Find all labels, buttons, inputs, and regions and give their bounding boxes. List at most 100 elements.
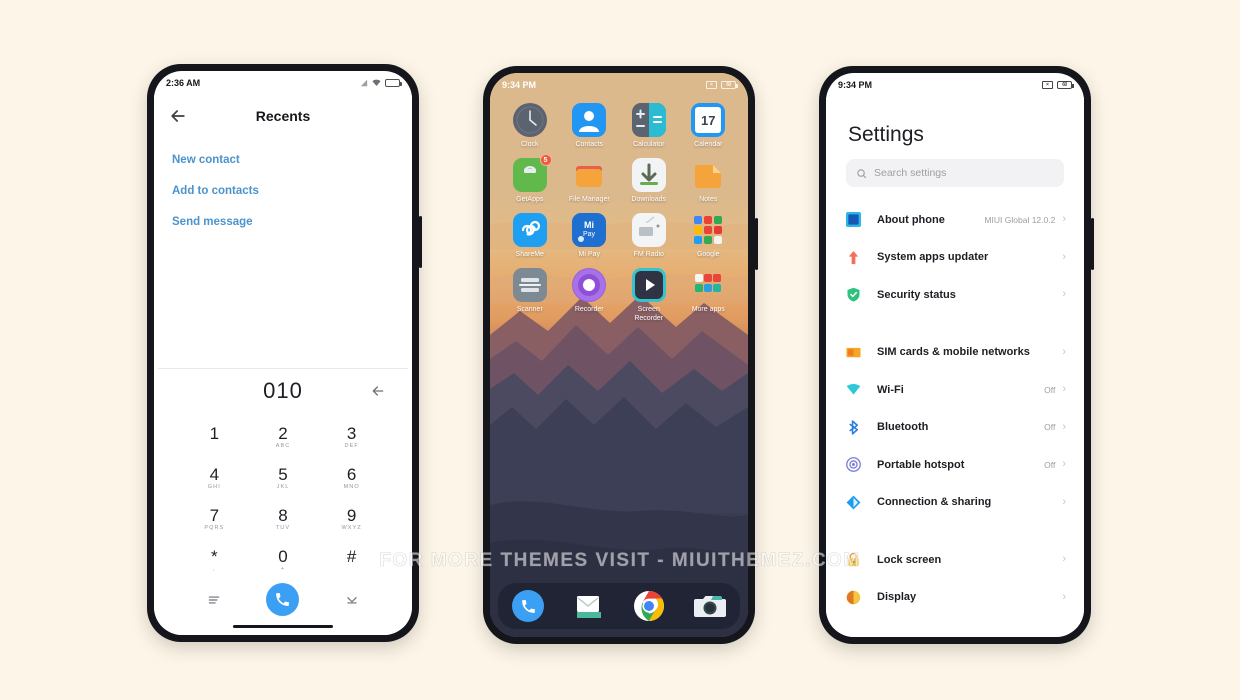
app-recorder[interactable]: Recorder [560,268,620,323]
chevron-right-icon: › [1062,383,1066,396]
power-button[interactable] [1091,218,1094,270]
app-label: Google [696,251,720,258]
app-google-folder[interactable]: Google [679,213,739,259]
settings-row-bluetooth[interactable]: Bluetooth Off › [826,409,1084,447]
settings-row-wifi[interactable]: Wi-Fi Off › [826,371,1084,409]
arrow-left-icon[interactable] [168,106,188,126]
phone-home-screen: 9:34 PM × 60 Clock Contacts Calculator 1… [483,66,758,644]
key-1[interactable]: 1 [180,417,249,458]
key-star[interactable]: *, [180,540,249,581]
app-contacts[interactable]: Contacts [560,103,620,149]
more-apps-folder-icon [691,268,725,302]
key-letters [317,566,386,574]
battery-percent-icon: 60 [721,81,738,89]
settings-row-portable-hotspot[interactable]: Portable hotspot Off › [826,446,1084,484]
app-label: Notes [699,196,718,203]
settings-label: Connection & sharing [877,496,992,509]
key-digit: # [346,547,357,566]
dialer-actions: New contact Add to contacts Send message [154,137,412,238]
app-file-manager[interactable]: File Manager [560,158,620,204]
settings-value: Off [1044,422,1056,433]
dock-phone-icon[interactable] [512,590,545,622]
app-downloads[interactable]: Downloads [619,158,679,204]
clock-icon [512,103,547,137]
app-screen-recorder[interactable]: Screen Recorder [619,268,679,323]
settings-value: Off [1044,459,1056,470]
key-hash[interactable]: # [317,540,386,581]
key-0[interactable]: 0 + [249,540,318,581]
key-digit: 0 [278,547,288,566]
chevron-right-icon: › [1062,213,1066,226]
key-3[interactable]: 3 DEF [317,417,386,458]
key-6[interactable]: 6 MNO [317,458,386,499]
app-clock[interactable]: Clock [500,103,560,149]
settings-row-sim-cards[interactable]: SIM cards & mobile networks › [826,334,1084,372]
status-time: 2:36 AM [166,78,201,88]
key-5[interactable]: 5 JKL [249,458,318,499]
settings-row-display[interactable]: Display › [826,579,1084,617]
app-label: Contacts [575,141,604,148]
app-calculator[interactable]: Calculator [619,103,679,149]
key-letters: JKL [276,484,290,490]
key-letters: WXYZ [341,525,362,531]
chevron-right-icon: › [1062,250,1066,263]
settings-label: Display [877,591,917,604]
hotspot-icon [846,457,861,473]
contacts-icon [572,103,607,137]
settings-label: Portable hotspot [877,458,965,471]
dock-camera-icon[interactable] [693,590,726,622]
app-shareme[interactable]: ShareMe [500,213,560,259]
key-letters: TUV [275,525,291,531]
app-calendar[interactable]: 17 Calendar [679,103,739,149]
settings-label: SIM cards & mobile networks [877,346,1030,359]
call-button[interactable] [266,583,300,616]
search-placeholder: Search settings [874,167,947,179]
action-new-contact[interactable]: New contact [172,145,394,176]
app-getapps[interactable]: 5 GetApps [500,154,560,204]
dock-messages-icon[interactable] [573,590,605,622]
settings-row-about-phone[interactable]: About phone MIUI Global 12.0.2 › [826,201,1084,239]
settings-row-connection-sharing[interactable]: Connection & sharing › [826,484,1084,522]
file-manager-icon [572,158,606,192]
app-scanner[interactable]: Scanner [500,268,560,323]
key-4[interactable]: 4 GHI [180,458,249,499]
google-folder-icon [691,213,725,247]
power-button[interactable] [419,216,422,268]
key-9[interactable]: 9 WXYZ [317,499,386,540]
settings-row-system-apps-updater[interactable]: System apps updater › [826,239,1084,277]
lock-icon [846,552,861,567]
action-send-message[interactable]: Send message [172,207,394,238]
dock-chrome-icon[interactable] [633,590,665,622]
key-8[interactable]: 8 TUV [249,499,318,540]
search-input[interactable]: Search settings [846,159,1064,187]
key-letters: , [213,566,216,572]
settings-label: Security status [877,288,956,301]
phone2-status-bar: 9:34 PM × 60 [490,73,748,97]
app-label: File Manager [568,196,610,203]
app-label: Downloads [631,196,667,203]
app-notes[interactable]: Notes [679,158,739,204]
app-label: Screen Recorder [634,306,664,322]
key-2[interactable]: 2 ABC [249,417,318,458]
signal-icon [360,79,368,87]
dialed-number: 010 [263,378,303,403]
chevron-right-icon: › [1062,420,1066,433]
fm-radio-icon [631,213,666,247]
app-fm-radio[interactable]: FM Radio [619,213,679,259]
app-more-apps-folder[interactable]: More apps [679,268,739,323]
app-mipay[interactable]: Mi Pay Mi Pay [560,213,620,259]
menu-icon[interactable] [207,593,221,607]
backspace-icon[interactable] [370,383,386,399]
action-add-to-contacts[interactable]: Add to contacts [172,176,394,207]
power-button[interactable] [755,218,758,270]
settings-row-lock-screen[interactable]: Lock screen › [826,541,1084,579]
app-label: Scanner [516,306,543,313]
wifi-settings-icon [846,382,861,397]
mute-icon: × [1042,81,1053,89]
settings-row-security-status[interactable]: Security status › [826,276,1084,314]
downloads-icon [631,158,666,192]
keypad: 1 2 ABC 3 DEF 4 GHI 5 JKL 6 MNO 7 PQRS 8 TUV 9W… [154,413,412,581]
collapse-icon[interactable] [345,593,359,607]
key-7[interactable]: 7 PQRS [180,499,249,540]
app-label: FM Radio [633,251,664,258]
